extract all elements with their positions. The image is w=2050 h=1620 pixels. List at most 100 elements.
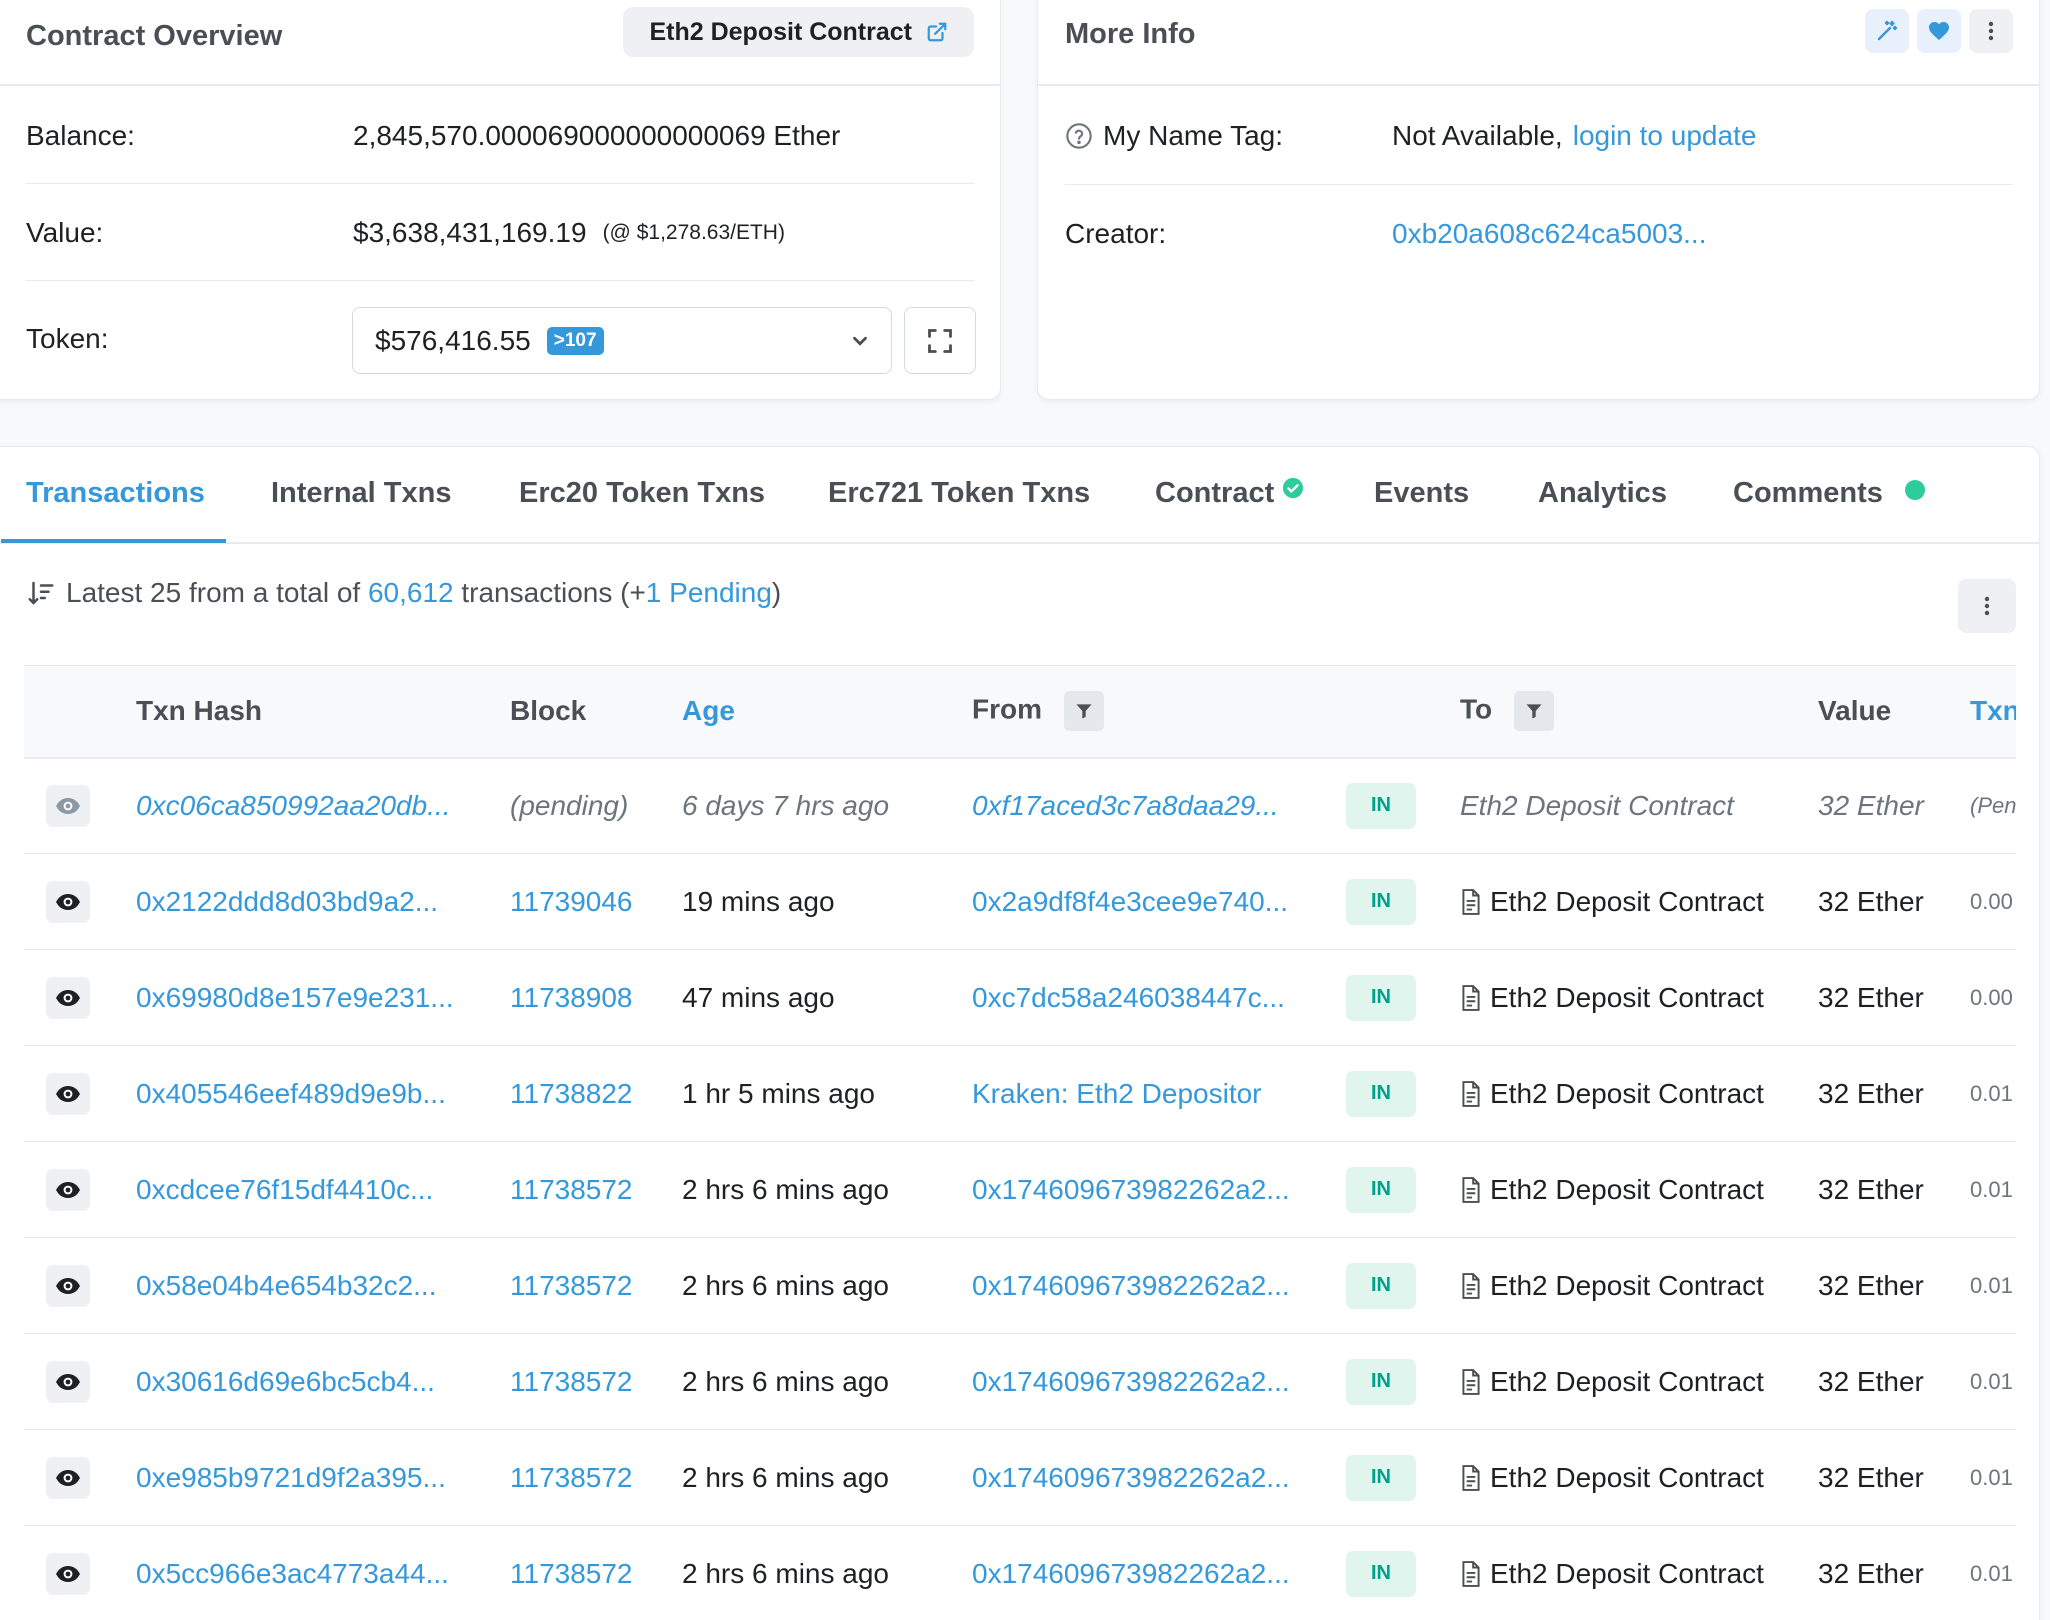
txn-hash[interactable]: 0x405546eef489d9e9b... <box>136 1078 446 1109</box>
eye-icon <box>56 1469 80 1486</box>
token-dropdown[interactable]: $576,416.55 >107 <box>352 307 892 374</box>
block-link[interactable]: 11738572 <box>510 1174 633 1205</box>
txn-hash[interactable]: 0x30616d69e6bc5cb4... <box>136 1366 435 1397</box>
header-from-cell: From <box>972 666 1346 758</box>
tab-analytics[interactable]: Analytics <box>1538 477 1667 510</box>
txn-hash-link[interactable]: 0x30616d69e6bc5cb4... <box>136 1334 510 1430</box>
table-options-button[interactable] <box>1958 579 2016 633</box>
txn-hash-link[interactable]: 0xe985b9721d9f2a395... <box>136 1430 510 1526</box>
to-cell: Eth2 Deposit Contract <box>1460 1430 1818 1526</box>
from-address-link[interactable]: 0xf17aced3c7a8daa29... <box>972 790 1279 821</box>
document-icon <box>1462 984 1480 1011</box>
to-cell: Eth2 Deposit Contract <box>1460 758 1818 854</box>
tab-transactions[interactable]: Transactions <box>26 477 205 510</box>
to-filter-button[interactable] <box>1513 691 1554 732</box>
to-cell: Eth2 Deposit Contract <box>1460 950 1818 1046</box>
eye-cell <box>24 1334 136 1430</box>
txn-fee-cell: 0.00 <box>1970 888 2013 914</box>
txn-hash-link[interactable]: 0x2122ddd8d03bd9a2... <box>136 854 510 950</box>
block-link[interactable]: 11738572 <box>510 1270 633 1301</box>
eye-icon <box>56 1181 80 1198</box>
direction-cell: IN <box>1346 758 1460 854</box>
from-address-link[interactable]: 0x174609673982262a2... <box>972 1558 1290 1589</box>
direction-badge: IN <box>1346 1166 1416 1213</box>
view-details-button[interactable] <box>46 1456 90 1499</box>
header-direction <box>1346 666 1460 758</box>
direction-badge: IN <box>1346 878 1416 925</box>
view-details-button[interactable] <box>46 880 90 923</box>
creator-address-link[interactable]: 0xb20a608c624ca5003... <box>1392 218 1707 250</box>
table-row: 0x58e04b4e654b32c2... 11738572 2 hrs 6 min… <box>24 1238 2016 1334</box>
summary-total-link[interactable]: 60,612 <box>368 577 454 608</box>
contract-name-chip[interactable]: Eth2 Deposit Contract <box>623 7 974 57</box>
block-link[interactable]: 11738572 <box>510 1462 633 1493</box>
eye-cell <box>24 1142 136 1238</box>
tab-erc721-token-txns[interactable]: Erc721 Token Txns <box>828 477 1090 510</box>
question-circle-icon <box>1066 123 1092 149</box>
view-details-button[interactable] <box>46 1072 90 1115</box>
view-details-button[interactable] <box>46 1264 90 1307</box>
update-name-tag-button[interactable] <box>1865 9 1909 53</box>
header-age[interactable]: Age <box>682 666 972 758</box>
header-txn-hash: Txn Hash <box>136 695 263 727</box>
from-address-link[interactable]: 0xc7dc58a246038447c... <box>972 982 1285 1013</box>
txn-hash-link[interactable]: 0xc06ca850992aa20db... <box>136 758 510 854</box>
to-group: Eth2 Deposit Contract <box>1460 1462 1818 1494</box>
balance-value: 2,845,570.000069000000000069 Ether <box>353 119 841 151</box>
tab-events[interactable]: Events <box>1374 477 1469 510</box>
header-txn-fee[interactable]: Txn <box>1970 666 2016 758</box>
external-link-icon <box>927 22 947 42</box>
txn-hash[interactable]: 0x5cc966e3ac4773a44... <box>136 1558 449 1589</box>
txn-hash-link[interactable]: 0x5cc966e3ac4773a44... <box>136 1526 510 1620</box>
to-address: Eth2 Deposit Contract <box>1490 1269 1764 1301</box>
value-cell: 32 Ether <box>1818 981 1924 1013</box>
from-address-link[interactable]: 0x174609673982262a2... <box>972 1462 1290 1493</box>
summary-prefix: Latest 25 from a total of <box>66 577 361 608</box>
from-address-link[interactable]: 0x174609673982262a2... <box>972 1270 1290 1301</box>
view-details-button[interactable] <box>46 976 90 1019</box>
view-details-button[interactable] <box>46 1168 90 1211</box>
login-to-update-link[interactable]: login to update <box>1573 120 1757 152</box>
from-cell: Kraken: Eth2 Depositor <box>972 1046 1346 1142</box>
summary-pending-link[interactable]: 1 Pending <box>646 577 772 608</box>
from-address-link[interactable]: 0x174609673982262a2... <box>972 1174 1290 1205</box>
value-cell: 32 Ether <box>1818 1269 1924 1301</box>
from-address-link[interactable]: 0x2a9df8f4e3cee9e740... <box>972 886 1288 917</box>
direction-badge: IN <box>1346 1358 1416 1405</box>
more-info-card: More Info My Name Tag: Not Available, lo… <box>1037 0 2040 400</box>
block-link[interactable]: 11738572 <box>510 1558 633 1589</box>
value-group: $3,638,431,169.19 (@ $1,278.63/ETH) <box>353 217 785 249</box>
txn-hash[interactable]: 0xe985b9721d9f2a395... <box>136 1462 446 1493</box>
tab-internal-txns[interactable]: Internal Txns <box>271 477 452 510</box>
value-cell: 32 Ether <box>1818 1365 1924 1397</box>
tab-erc20-token-txns[interactable]: Erc20 Token Txns <box>519 477 765 510</box>
view-details-button[interactable] <box>46 784 90 827</box>
txn-hash[interactable]: 0xcdcee76f15df4410c... <box>136 1174 433 1205</box>
tab-comments[interactable]: Comments <box>1733 477 1883 510</box>
txn-hash[interactable]: 0x2122ddd8d03bd9a2... <box>136 886 438 917</box>
block-link[interactable]: 11738822 <box>510 1078 633 1109</box>
txn-hash[interactable]: 0x69980d8e157e9e231... <box>136 982 454 1013</box>
tab-contract[interactable]: Contract <box>1155 477 1274 510</box>
transactions-card: Transactions Internal Txns Erc20 Token T… <box>0 446 2040 1620</box>
block-link[interactable]: 11739046 <box>510 886 633 917</box>
block-cell: 11738572 <box>510 1238 682 1334</box>
txn-hash-link[interactable]: 0xcdcee76f15df4410c... <box>136 1142 510 1238</box>
block-link[interactable]: 11738572 <box>510 1366 633 1397</box>
from-address-link[interactable]: Kraken: Eth2 Depositor <box>972 1078 1262 1109</box>
block-link[interactable]: 11738908 <box>510 982 633 1013</box>
txn-hash[interactable]: 0xc06ca850992aa20db... <box>136 790 451 821</box>
token-expand-button[interactable] <box>904 307 976 374</box>
view-details-button[interactable] <box>46 1360 90 1403</box>
txn-hash-link[interactable]: 0x69980d8e157e9e231... <box>136 950 510 1046</box>
age-cell: 19 mins ago <box>682 885 835 917</box>
txn-fee-cell: 0.01 <box>1970 1368 2013 1394</box>
from-filter-button[interactable] <box>1063 691 1104 732</box>
more-options-button[interactable] <box>1969 9 2013 53</box>
txn-hash-link[interactable]: 0x405546eef489d9e9b... <box>136 1046 510 1142</box>
txn-hash-link[interactable]: 0x58e04b4e654b32c2... <box>136 1238 510 1334</box>
txn-hash[interactable]: 0x58e04b4e654b32c2... <box>136 1270 437 1301</box>
favorite-button[interactable] <box>1917 9 1961 53</box>
from-address-link[interactable]: 0x174609673982262a2... <box>972 1366 1290 1397</box>
view-details-button[interactable] <box>46 1552 90 1595</box>
